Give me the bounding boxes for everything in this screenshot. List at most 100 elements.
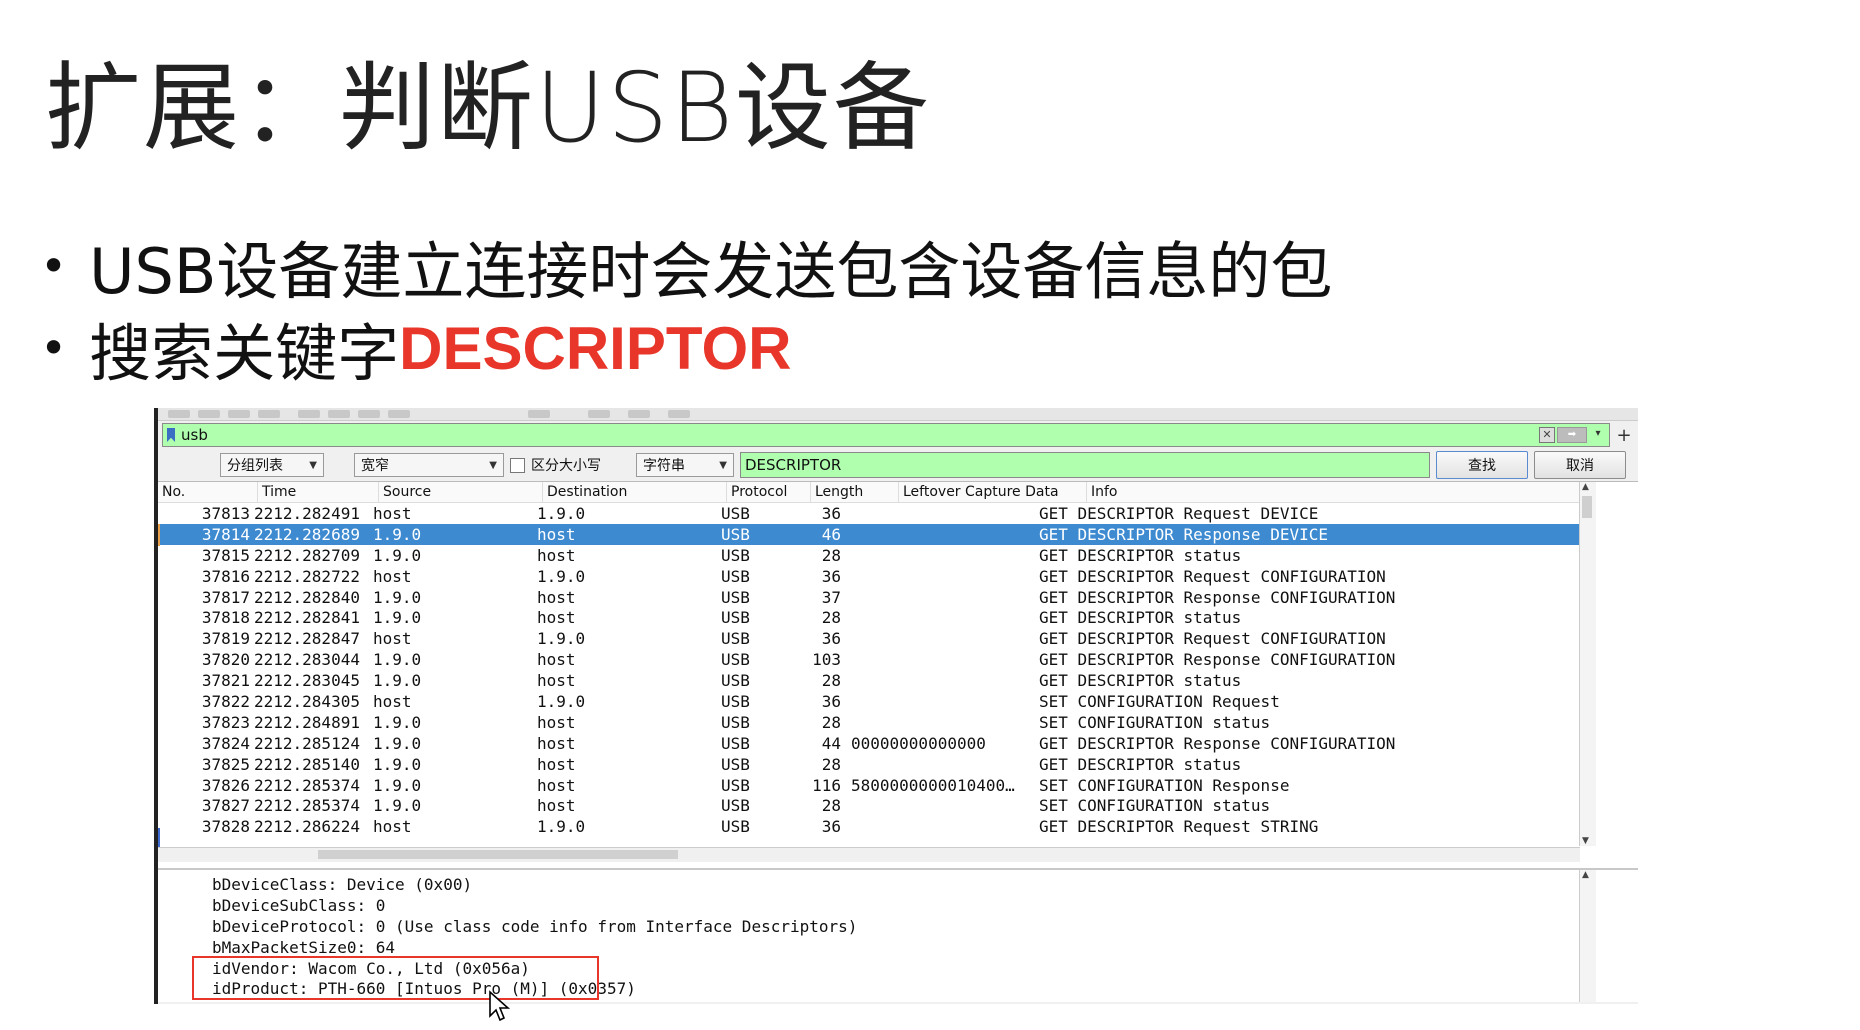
detail-line[interactable]: bDeviceSubClass: 0 xyxy=(158,895,1638,916)
packet-row[interactable]: 37817 2212.282840 1.9.0 host USB 37 GET DESCRI… xyxy=(158,587,1580,608)
col-header-source[interactable]: Source xyxy=(379,482,543,502)
search-string-value: DESCRIPTOR xyxy=(745,456,842,474)
cell-no: 37826 xyxy=(201,775,250,795)
bullet-item: • USB设备建立连接时会发送包含设备信息的包 xyxy=(40,225,1332,308)
col-header-length[interactable]: Length xyxy=(811,482,899,502)
display-filter-text: usb xyxy=(181,426,208,444)
cell-info: GET DESCRIPTOR Response DEVICE xyxy=(1039,524,1328,544)
bullet-text: 搜索关键字 xyxy=(89,317,400,390)
packet-row[interactable]: 37825 2212.285140 1.9.0 host USB 28 GET DESCRI… xyxy=(158,754,1580,775)
bullet-text: USB设备建立连接时会发送包含设备信息的包 xyxy=(89,235,1333,308)
checkbox-box[interactable] xyxy=(510,457,525,473)
scroll-thumb[interactable] xyxy=(1582,496,1592,518)
packet-row[interactable]: 37821 2212.283045 1.9.0 host USB 28 GET DESCRI… xyxy=(158,670,1580,691)
char-width-value: 宽窄 xyxy=(361,458,389,474)
cell-dst: host xyxy=(537,712,576,732)
cancel-button[interactable]: 取消 xyxy=(1534,451,1626,479)
col-header-protocol[interactable]: Protocol xyxy=(727,482,811,502)
vendor-product-highlight-box xyxy=(192,956,599,1000)
cell-no: 37813 xyxy=(201,504,250,523)
col-header-destination[interactable]: Destination xyxy=(543,482,727,502)
clear-filter-icon[interactable]: ✕ xyxy=(1539,427,1555,443)
col-header-leftover[interactable]: Leftover Capture Data xyxy=(899,482,1087,502)
display-filter-input[interactable]: usb ✕ ➡ ▾ xyxy=(162,423,1610,447)
cell-no: 37824 xyxy=(201,733,250,753)
packet-row[interactable]: 37826 2212.285374 1.9.0 host USB 116 580000000… xyxy=(158,775,1580,796)
packet-row[interactable]: 37814 2212.282689 1.9.0 host USB 46 GET DESCRI… xyxy=(158,523,1580,545)
packet-row[interactable]: 37827 2212.285374 1.9.0 host USB 28 SET CONFIG… xyxy=(158,795,1580,816)
add-filter-plus-icon[interactable]: + xyxy=(1614,425,1634,446)
cell-no: 37822 xyxy=(201,692,250,712)
filter-history-chevron-icon[interactable]: ▾ xyxy=(1591,427,1605,441)
horizontal-scrollbar[interactable] xyxy=(158,847,1580,862)
packet-details[interactable]: bDeviceClass: Device (0x00) bDeviceSubCl… xyxy=(158,868,1638,1002)
cell-no: 37815 xyxy=(201,545,250,565)
detail-line[interactable]: bDeviceProtocol: 0 (Use class code info … xyxy=(158,916,1638,937)
cell-leftover xyxy=(847,712,1035,733)
cell-info: GET DESCRIPTOR Request CONFIGURATION xyxy=(1039,629,1386,649)
cell-no: 37814 xyxy=(201,524,250,544)
row-gutter xyxy=(158,503,198,524)
main-toolbar[interactable] xyxy=(158,408,1638,421)
cell-dst: host xyxy=(537,545,576,565)
apply-filter-icon[interactable]: ➡ xyxy=(1557,427,1587,443)
packet-row[interactable]: 37823 2212.284891 1.9.0 host USB 28 SET CONFIG… xyxy=(158,712,1580,733)
char-width-dropdown[interactable]: 宽窄 ▼ xyxy=(354,453,504,477)
packet-row[interactable]: 37816 2212.282722 host 1.9.0 USB 36 GET DESCRI… xyxy=(158,566,1580,587)
packet-row[interactable]: 37820 2212.283044 1.9.0 host USB 103 GET DESCR… xyxy=(158,649,1580,670)
packet-row[interactable]: 37828 2212.286224 host 1.9.0 USB 36 GET DESCRI… xyxy=(158,816,1580,837)
cell-time: 2212.282722 xyxy=(254,566,360,586)
search-in-dropdown[interactable]: 分组列表 ▼ xyxy=(220,453,324,477)
cell-time: 2212.283045 xyxy=(254,671,360,691)
chevron-down-icon: ▼ xyxy=(719,459,727,471)
cell-proto: USB xyxy=(721,545,750,565)
cell-info: GET DESCRIPTOR status xyxy=(1039,545,1242,565)
cell-leftover xyxy=(847,607,1035,628)
col-header-time[interactable]: Time xyxy=(258,482,379,502)
cell-leftover xyxy=(847,545,1035,566)
packet-list[interactable]: No. Time Source Destination Protocol Len… xyxy=(158,481,1638,868)
row-gutter xyxy=(158,754,198,775)
cell-dst: host xyxy=(537,650,576,670)
vertical-scrollbar[interactable]: ▲ ▼ xyxy=(1579,482,1596,846)
cell-src: host xyxy=(373,817,412,837)
find-button[interactable]: 查找 xyxy=(1436,451,1528,479)
col-header-no[interactable]: No. xyxy=(158,482,258,502)
scroll-down-icon[interactable]: ▼ xyxy=(1582,836,1589,846)
cell-len: 46 xyxy=(821,524,841,544)
case-sensitive-checkbox[interactable]: 区分大小写 xyxy=(510,455,630,475)
search-type-dropdown[interactable]: 字符串 ▼ xyxy=(636,453,734,477)
packet-row[interactable]: 37824 2212.285124 1.9.0 host USB 44 0000000000… xyxy=(158,733,1580,754)
cell-time: 2212.286224 xyxy=(254,817,360,837)
packet-row[interactable]: 37815 2212.282709 1.9.0 host USB 28 GET DESCRI… xyxy=(158,545,1580,566)
cell-dst: host xyxy=(537,524,576,544)
cell-proto: USB xyxy=(721,608,750,628)
cell-no: 37827 xyxy=(201,796,250,816)
case-sensitive-label: 区分大小写 xyxy=(531,458,601,474)
cell-info: GET DESCRIPTOR status xyxy=(1039,671,1242,691)
details-vertical-scrollbar[interactable]: ▲ xyxy=(1579,870,1596,1002)
cell-len: 28 xyxy=(821,545,841,565)
col-header-info[interactable]: Info xyxy=(1087,482,1580,502)
detail-line[interactable]: bMaxPacketSize0: 64 xyxy=(158,937,1638,958)
packet-row[interactable]: 37818 2212.282841 1.9.0 host USB 28 GET DESCRI… xyxy=(158,607,1580,628)
cell-proto: USB xyxy=(721,524,750,544)
bullet-dot-icon: • xyxy=(40,321,68,375)
cell-leftover: 5800000000010400… xyxy=(851,775,1015,795)
packet-row[interactable]: 37819 2212.282847 host 1.9.0 USB 36 GET DESCRI… xyxy=(158,628,1580,649)
bookmark-icon[interactable] xyxy=(167,428,175,442)
cell-src: host xyxy=(373,566,412,586)
cell-info: GET DESCRIPTOR Response CONFIGURATION xyxy=(1039,733,1396,753)
scroll-up-icon[interactable]: ▲ xyxy=(1582,482,1589,492)
packet-row[interactable]: 37822 2212.284305 host 1.9.0 USB 36 SET CONFIG… xyxy=(158,691,1580,712)
scroll-up-icon[interactable]: ▲ xyxy=(1582,870,1589,880)
detail-line[interactable]: bDeviceClass: Device (0x00) xyxy=(158,874,1638,895)
search-string-input[interactable]: DESCRIPTOR xyxy=(740,452,1430,478)
mouse-cursor-icon xyxy=(489,990,511,1022)
cell-info: GET DESCRIPTOR Request STRING xyxy=(1039,817,1319,837)
cell-proto: USB xyxy=(721,566,750,586)
cell-no: 37817 xyxy=(201,587,250,607)
packet-row[interactable]: 37813 2212.282491 host 1.9.0 USB 36 GET DESCRI… xyxy=(158,503,1580,524)
scroll-thumb[interactable] xyxy=(318,850,678,859)
cell-proto: USB xyxy=(721,650,750,670)
